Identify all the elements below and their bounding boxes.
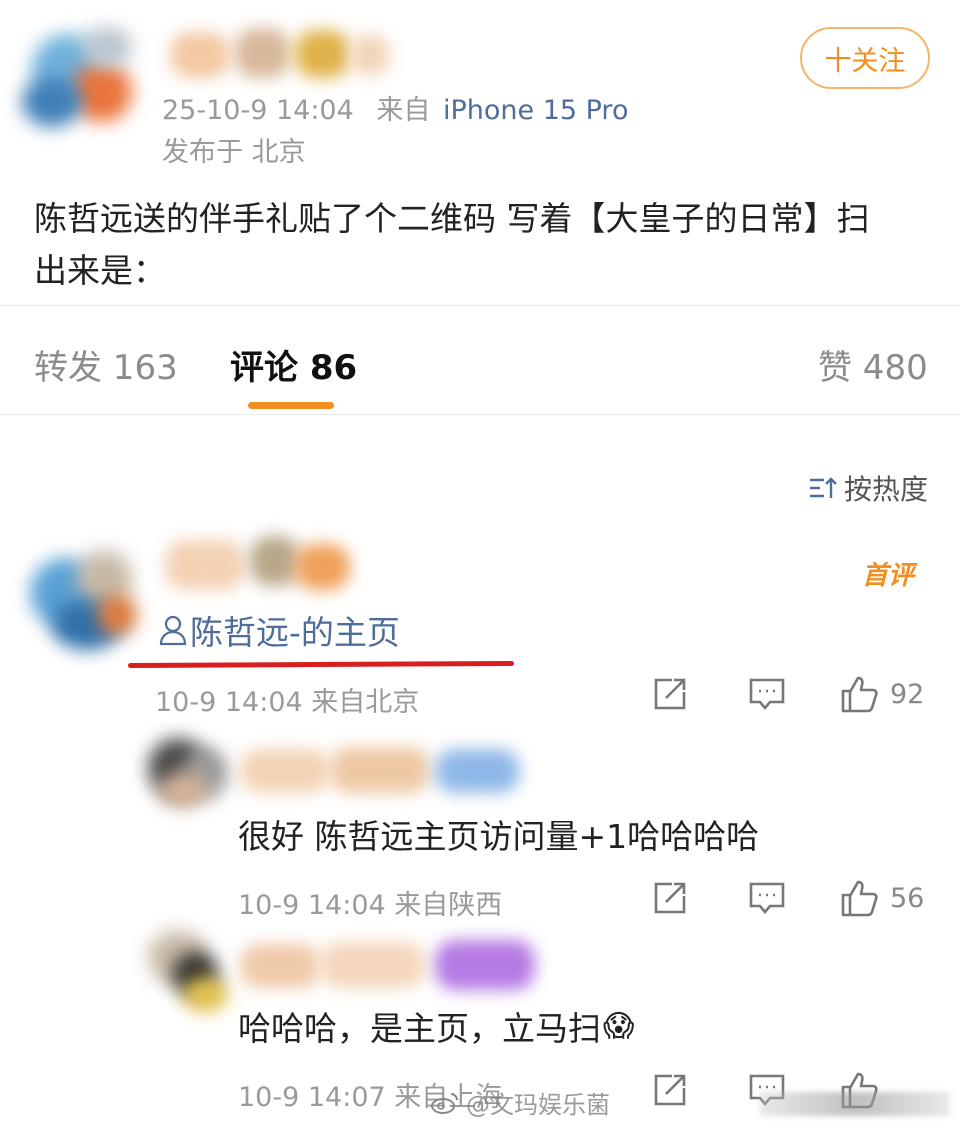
reply-2-text: 哈哈哈，是主页，立马扫 <box>238 1009 601 1048</box>
reply-1-username[interactable] <box>235 735 535 805</box>
follow-button[interactable]: 十关注 <box>800 27 930 89</box>
comment-1-reply-button[interactable] <box>748 676 786 712</box>
comment-icon <box>748 676 786 712</box>
post-body: 陈哲远送的伴手礼贴了个二维码 写着【大皇子的日常】扫 出来是： <box>34 193 870 297</box>
thumbs-up-icon <box>840 674 880 714</box>
thumbs-up-icon <box>840 878 880 918</box>
watermark: @文玛娱乐菌 <box>430 1085 610 1120</box>
reply-1-text: 很好 陈哲远主页访问量+1哈哈哈哈 <box>238 817 760 856</box>
tab-repost[interactable]: 转发 163 <box>34 340 178 389</box>
post-time: 25-10-9 14:04 <box>162 95 354 126</box>
post-text-line-2: 出来是： <box>34 251 166 290</box>
sort-button[interactable]: 按热度 <box>808 468 928 508</box>
watermark-obscured-text <box>760 1092 950 1116</box>
reply-1-like-button[interactable]: 56 <box>840 878 924 918</box>
tab-comments[interactable]: 评论 86 <box>230 340 357 389</box>
sort-label: 按热度 <box>844 473 929 506</box>
follow-label: 十关注 <box>824 45 906 77</box>
post-divider <box>0 305 960 306</box>
weibo-logo-icon <box>430 1091 460 1115</box>
watermark-text: @文玛娱乐菌 <box>466 1091 610 1119</box>
post-author-name[interactable] <box>160 20 400 90</box>
profile-link-text: 陈哲远-的主页 <box>190 613 400 652</box>
reply-1-share-button[interactable] <box>652 880 688 916</box>
profile-link[interactable]: 陈哲远-的主页 <box>158 606 400 654</box>
share-icon <box>652 880 688 916</box>
reply-2-username[interactable] <box>235 930 545 1000</box>
post-source-prefix: 来自 <box>376 95 431 126</box>
share-icon <box>652 676 688 712</box>
sort-icon <box>808 475 838 501</box>
comment-1-avatar[interactable] <box>22 540 142 665</box>
reply-1-meta: 10-9 14:04 来自陕西 <box>238 890 503 921</box>
comment-1-username[interactable] <box>155 530 365 600</box>
first-comment-badge: 首评 <box>862 561 915 591</box>
reply-1-avatar[interactable] <box>138 728 238 818</box>
red-underline-annotation <box>127 660 515 669</box>
reply-1-like-count: 56 <box>890 882 925 914</box>
tabs-divider <box>0 414 960 415</box>
comment-1-like-count: 92 <box>890 678 925 710</box>
post-location: 发布于 北京 <box>162 137 306 168</box>
tab-active-indicator <box>248 402 334 409</box>
post-author-avatar[interactable] <box>22 22 152 142</box>
reply-2-avatar[interactable] <box>138 922 238 1017</box>
reply-2-share-button[interactable] <box>652 1072 688 1108</box>
post-device[interactable]: iPhone 15 Pro <box>443 95 629 126</box>
reply-1-reply-button[interactable] <box>748 880 786 916</box>
comment-1-share-button[interactable] <box>652 676 688 712</box>
shocked-emoji-icon: 😱 <box>603 1008 635 1044</box>
post-meta-line: 25-10-9 14:04 来自 iPhone 15 Pro <box>162 88 628 127</box>
post-text-line-1: 陈哲远送的伴手礼贴了个二维码 写着【大皇子的日常】扫 <box>34 199 870 238</box>
user-icon <box>158 614 188 646</box>
tab-likes[interactable]: 赞 480 <box>818 340 928 389</box>
share-icon <box>652 1072 688 1108</box>
comment-1-meta: 10-9 14:04 来自北京 <box>155 687 420 718</box>
comment-icon <box>748 880 786 916</box>
reply-2-body: 哈哈哈，是主页，立马扫 😱 <box>238 1002 634 1050</box>
comment-1-like-button[interactable]: 92 <box>840 674 924 714</box>
